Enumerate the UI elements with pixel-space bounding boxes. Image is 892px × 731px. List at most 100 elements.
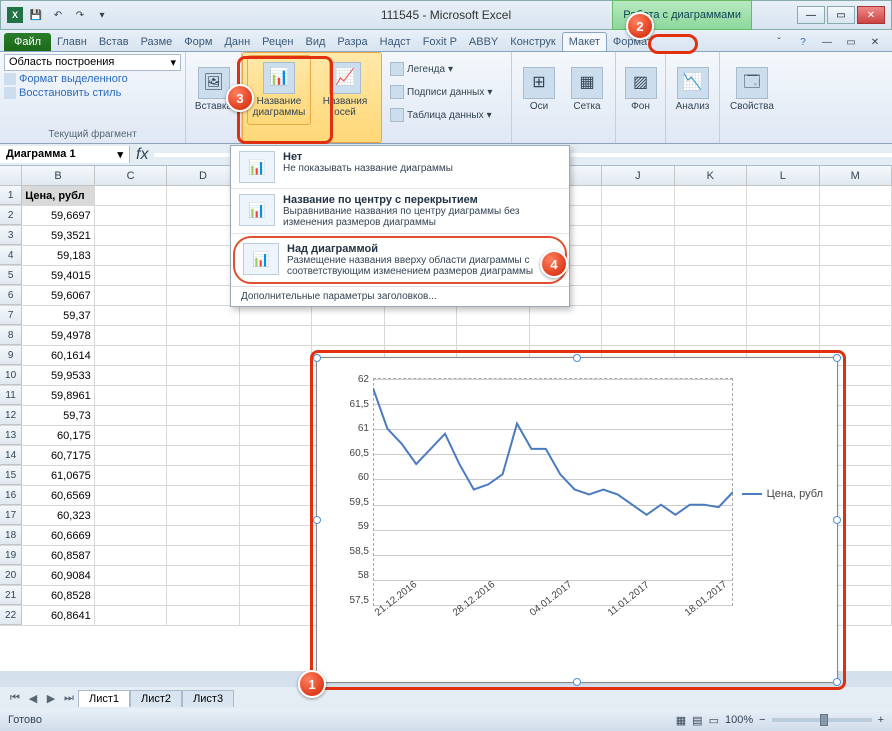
tab-formulas[interactable]: Форм xyxy=(178,33,218,51)
col-B[interactable]: B xyxy=(22,166,94,185)
sheet-nav-prev[interactable]: ◀ xyxy=(24,692,42,705)
dropdown-item-above[interactable]: 📊 Над диаграммойРазмещение названия ввер… xyxy=(233,236,567,284)
doc-restore-icon[interactable]: ▭ xyxy=(842,33,860,51)
axis-titles-button[interactable]: 📈Названия осей xyxy=(313,55,377,125)
tab-layout[interactable]: Разме xyxy=(135,33,179,51)
col-L[interactable]: L xyxy=(747,166,819,185)
row-header[interactable]: 20 xyxy=(0,566,22,585)
sheet-tab-3[interactable]: Лист3 xyxy=(182,690,234,707)
save-icon[interactable]: 💾 xyxy=(27,6,45,24)
row-header[interactable]: 5 xyxy=(0,266,22,285)
chart-object[interactable]: 6261,5 6160,5 6059,5 5958,5 5857,5 21.12… xyxy=(316,357,838,683)
zoom-slider[interactable] xyxy=(772,718,872,722)
fx-icon[interactable]: fx xyxy=(130,146,154,164)
tab-dev[interactable]: Разра xyxy=(331,33,373,51)
analysis-button[interactable]: 📉Анализ xyxy=(670,54,715,124)
data-cell[interactable]: 60,7175 xyxy=(22,446,94,465)
tab-addins[interactable]: Надст xyxy=(374,33,417,51)
doc-close-icon[interactable]: ✕ xyxy=(866,33,884,51)
data-cell[interactable]: 60,8641 xyxy=(22,606,94,625)
data-cell[interactable]: 59,6697 xyxy=(22,206,94,225)
data-cell[interactable]: 60,8528 xyxy=(22,586,94,605)
data-cell[interactable]: 59,73 xyxy=(22,406,94,425)
file-tab[interactable]: Файл xyxy=(4,33,51,51)
col-J[interactable]: J xyxy=(602,166,674,185)
row-header[interactable]: 4 xyxy=(0,246,22,265)
row-header[interactable]: 17 xyxy=(0,506,22,525)
row-header[interactable]: 10 xyxy=(0,366,22,385)
sheet-nav-next[interactable]: ▶ xyxy=(42,692,60,705)
data-cell[interactable]: 60,323 xyxy=(22,506,94,525)
zoom-in-button[interactable]: + xyxy=(878,714,884,726)
tab-insert[interactable]: Встав xyxy=(93,33,135,51)
cell-header[interactable]: Цена, рубл xyxy=(22,186,94,205)
format-selection-button[interactable]: Формат выделенного xyxy=(4,73,181,85)
row-header[interactable]: 6 xyxy=(0,286,22,305)
dropdown-item-centered[interactable]: 📊 Название по центру с перекрытиемВыравн… xyxy=(231,189,569,234)
data-cell[interactable]: 59,37 xyxy=(22,306,94,325)
row-header[interactable]: 2 xyxy=(0,206,22,225)
data-cell[interactable]: 59,9533 xyxy=(22,366,94,385)
ribbon-min-icon[interactable]: ˇ xyxy=(770,33,788,51)
zoom-level[interactable]: 100% xyxy=(725,714,753,726)
row-header[interactable]: 16 xyxy=(0,486,22,505)
row-header[interactable]: 12 xyxy=(0,406,22,425)
row-header[interactable]: 19 xyxy=(0,546,22,565)
data-cell[interactable]: 59,6067 xyxy=(22,286,94,305)
view-pagebreak-icon[interactable]: ▭ xyxy=(709,714,719,727)
row-header[interactable]: 3 xyxy=(0,226,22,245)
sheet-nav-last[interactable]: ⏭ xyxy=(60,692,78,705)
axes-button[interactable]: ⊞Оси xyxy=(516,54,562,124)
zoom-out-button[interactable]: − xyxy=(759,714,765,726)
tab-home[interactable]: Главн xyxy=(51,33,93,51)
sheet-tab-1[interactable]: Лист1 xyxy=(78,690,130,707)
tab-review[interactable]: Рецен xyxy=(256,33,299,51)
tab-ctx-layout[interactable]: Макет xyxy=(562,32,607,51)
data-cell[interactable]: 60,1614 xyxy=(22,346,94,365)
data-table-button[interactable]: Таблица данных ▾ xyxy=(386,104,496,126)
row-header[interactable]: 18 xyxy=(0,526,22,545)
sheet-tab-2[interactable]: Лист2 xyxy=(130,690,182,707)
legend-button[interactable]: Легенда ▾ xyxy=(386,58,496,80)
data-labels-button[interactable]: Подписи данных ▾ xyxy=(386,81,496,103)
data-cell[interactable]: 59,183 xyxy=(22,246,94,265)
help-icon[interactable]: ? xyxy=(794,33,812,51)
reset-style-button[interactable]: Восстановить стиль xyxy=(4,87,181,99)
data-cell[interactable]: 60,8587 xyxy=(22,546,94,565)
data-cell[interactable]: 60,6669 xyxy=(22,526,94,545)
gridlines-button[interactable]: ▦Сетка xyxy=(564,54,610,124)
tab-foxit[interactable]: Foxit P xyxy=(417,33,463,51)
view-normal-icon[interactable]: ▦ xyxy=(676,714,686,727)
row-header[interactable]: 22 xyxy=(0,606,22,625)
maximize-button[interactable]: ▭ xyxy=(827,6,855,24)
properties-button[interactable]: 🗔Свойства xyxy=(724,54,780,124)
qat-dropdown-icon[interactable]: ▾ xyxy=(93,6,111,24)
background-button[interactable]: ▨Фон xyxy=(620,54,661,124)
row-header[interactable]: 7 xyxy=(0,306,22,325)
dropdown-item-none[interactable]: 📊 НетНе показывать название диаграммы xyxy=(231,146,569,189)
data-cell[interactable]: 60,6569 xyxy=(22,486,94,505)
tab-ctx-design[interactable]: Конструк xyxy=(504,33,561,51)
row-header[interactable]: 14 xyxy=(0,446,22,465)
chart-element-selector[interactable]: Область построения ▾ xyxy=(4,54,181,71)
row-header[interactable]: 21 xyxy=(0,586,22,605)
redo-icon[interactable]: ↷ xyxy=(71,6,89,24)
select-all-corner[interactable] xyxy=(0,166,22,185)
minimize-button[interactable]: — xyxy=(797,6,825,24)
undo-icon[interactable]: ↶ xyxy=(49,6,67,24)
chart-title-button[interactable]: 📊Название диаграммы xyxy=(247,55,311,125)
chart-legend[interactable]: Цена, рубл xyxy=(742,488,823,500)
dropdown-more-options[interactable]: Дополнительные параметры заголовков... xyxy=(231,286,569,306)
row-header[interactable]: 11 xyxy=(0,386,22,405)
col-D[interactable]: D xyxy=(167,166,239,185)
col-M[interactable]: M xyxy=(820,166,892,185)
tab-abbyy[interactable]: ABBY xyxy=(463,33,504,51)
data-cell[interactable]: 59,8961 xyxy=(22,386,94,405)
close-button[interactable]: ✕ xyxy=(857,6,885,24)
name-box[interactable]: Диаграмма 1▾ xyxy=(0,146,130,163)
data-cell[interactable]: 61,0675 xyxy=(22,466,94,485)
row-header[interactable]: 1 xyxy=(0,186,22,205)
col-K[interactable]: K xyxy=(675,166,747,185)
data-cell[interactable]: 60,9084 xyxy=(22,566,94,585)
col-C[interactable]: C xyxy=(95,166,167,185)
